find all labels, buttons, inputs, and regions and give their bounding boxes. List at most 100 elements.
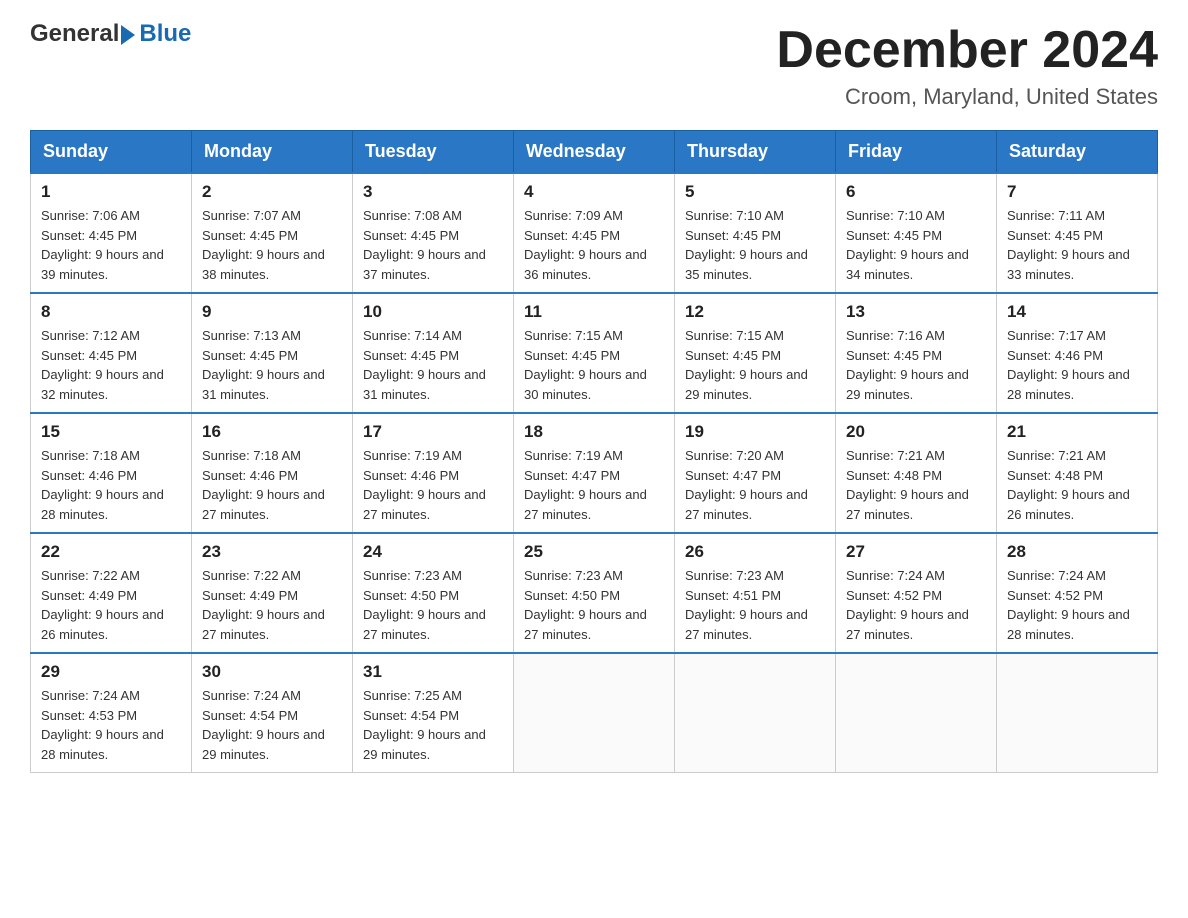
calendar-day-cell: 15 Sunrise: 7:18 AMSunset: 4:46 PMDayligh… (31, 413, 192, 533)
calendar-day-header-friday: Friday (836, 131, 997, 174)
day-number: 28 (1007, 542, 1147, 562)
day-info: Sunrise: 7:17 AMSunset: 4:46 PMDaylight:… (1007, 326, 1147, 404)
day-number: 1 (41, 182, 181, 202)
calendar-day-cell: 5Sunrise: 7:10 AMSunset: 4:45 PMDaylight… (675, 173, 836, 293)
day-number: 26 (685, 542, 825, 562)
logo-blue-text: Blue (139, 20, 191, 48)
day-number: 9 (202, 302, 342, 322)
calendar-header-row: SundayMondayTuesdayWednesdayThursdayFrid… (31, 131, 1158, 174)
calendar-day-cell: 9 Sunrise: 7:13 AMSunset: 4:45 PMDaylight… (192, 293, 353, 413)
day-number: 20 (846, 422, 986, 442)
day-number: 24 (363, 542, 503, 562)
calendar-day-header-thursday: Thursday (675, 131, 836, 174)
calendar-table: SundayMondayTuesdayWednesdayThursdayFrid… (30, 130, 1158, 773)
calendar-day-cell: 28 Sunrise: 7:24 AMSunset: 4:52 PMDayligh… (997, 533, 1158, 653)
day-info: Sunrise: 7:25 AMSunset: 4:54 PMDaylight:… (363, 686, 503, 764)
calendar-day-cell: 17Sunrise: 7:19 AMSunset: 4:46 PMDayligh… (353, 413, 514, 533)
day-info: Sunrise: 7:18 AMSunset: 4:46 PMDaylight:… (41, 446, 181, 524)
calendar-day-cell: 25Sunrise: 7:23 AMSunset: 4:50 PMDayligh… (514, 533, 675, 653)
day-info: Sunrise: 7:15 AMSunset: 4:45 PMDaylight:… (524, 326, 664, 404)
calendar-day-cell: 18Sunrise: 7:19 AMSunset: 4:47 PMDayligh… (514, 413, 675, 533)
day-info: Sunrise: 7:24 AMSunset: 4:52 PMDaylight:… (846, 566, 986, 644)
calendar-day-header-sunday: Sunday (31, 131, 192, 174)
calendar-day-cell: 3Sunrise: 7:08 AMSunset: 4:45 PMDaylight… (353, 173, 514, 293)
calendar-week-row: 8 Sunrise: 7:12 AMSunset: 4:45 PMDaylight… (31, 293, 1158, 413)
calendar-day-cell: 11 Sunrise: 7:15 AMSunset: 4:45 PMDayligh… (514, 293, 675, 413)
day-number: 11 (524, 302, 664, 322)
day-info: Sunrise: 7:18 AMSunset: 4:46 PMDaylight:… (202, 446, 342, 524)
calendar-day-cell: 16 Sunrise: 7:18 AMSunset: 4:46 PMDayligh… (192, 413, 353, 533)
calendar-day-cell: 4 Sunrise: 7:09 AMSunset: 4:45 PMDaylight… (514, 173, 675, 293)
day-info: Sunrise: 7:22 AMSunset: 4:49 PMDaylight:… (41, 566, 181, 644)
day-number: 19 (685, 422, 825, 442)
day-number: 5 (685, 182, 825, 202)
day-info: Sunrise: 7:07 AMSunset: 4:45 PMDaylight:… (202, 206, 342, 284)
calendar-week-row: 15 Sunrise: 7:18 AMSunset: 4:46 PMDayligh… (31, 413, 1158, 533)
day-number: 4 (524, 182, 664, 202)
day-info: Sunrise: 7:12 AMSunset: 4:45 PMDaylight:… (41, 326, 181, 404)
day-info: Sunrise: 7:23 AMSunset: 4:51 PMDaylight:… (685, 566, 825, 644)
calendar-day-header-wednesday: Wednesday (514, 131, 675, 174)
day-info: Sunrise: 7:10 AMSunset: 4:45 PMDaylight:… (846, 206, 986, 284)
calendar-day-cell: 13Sunrise: 7:16 AMSunset: 4:45 PMDayligh… (836, 293, 997, 413)
day-number: 7 (1007, 182, 1147, 202)
title-section: December 2024 Croom, Maryland, United St… (776, 20, 1158, 110)
calendar-day-cell (675, 653, 836, 773)
day-number: 12 (685, 302, 825, 322)
day-number: 8 (41, 302, 181, 322)
day-info: Sunrise: 7:24 AMSunset: 4:53 PMDaylight:… (41, 686, 181, 764)
day-info: Sunrise: 7:13 AMSunset: 4:45 PMDaylight:… (202, 326, 342, 404)
calendar-week-row: 1 Sunrise: 7:06 AMSunset: 4:45 PMDaylight… (31, 173, 1158, 293)
calendar-day-cell: 10Sunrise: 7:14 AMSunset: 4:45 PMDayligh… (353, 293, 514, 413)
day-number: 15 (41, 422, 181, 442)
calendar-day-cell: 22 Sunrise: 7:22 AMSunset: 4:49 PMDayligh… (31, 533, 192, 653)
calendar-day-cell: 29 Sunrise: 7:24 AMSunset: 4:53 PMDayligh… (31, 653, 192, 773)
day-number: 30 (202, 662, 342, 682)
day-info: Sunrise: 7:24 AMSunset: 4:52 PMDaylight:… (1007, 566, 1147, 644)
day-number: 6 (846, 182, 986, 202)
day-number: 23 (202, 542, 342, 562)
day-number: 16 (202, 422, 342, 442)
day-number: 2 (202, 182, 342, 202)
calendar-day-cell: 27 Sunrise: 7:24 AMSunset: 4:52 PMDayligh… (836, 533, 997, 653)
day-number: 21 (1007, 422, 1147, 442)
calendar-day-cell: 21 Sunrise: 7:21 AMSunset: 4:48 PMDayligh… (997, 413, 1158, 533)
day-info: Sunrise: 7:06 AMSunset: 4:45 PMDaylight:… (41, 206, 181, 284)
calendar-day-cell (997, 653, 1158, 773)
day-number: 22 (41, 542, 181, 562)
day-info: Sunrise: 7:24 AMSunset: 4:54 PMDaylight:… (202, 686, 342, 764)
page-header: General Blue December 2024 Croom, Maryla… (30, 20, 1158, 110)
calendar-day-cell: 1 Sunrise: 7:06 AMSunset: 4:45 PMDaylight… (31, 173, 192, 293)
calendar-day-cell: 12 Sunrise: 7:15 AMSunset: 4:45 PMDayligh… (675, 293, 836, 413)
month-title: December 2024 (776, 20, 1158, 80)
day-number: 27 (846, 542, 986, 562)
calendar-day-cell: 20Sunrise: 7:21 AMSunset: 4:48 PMDayligh… (836, 413, 997, 533)
calendar-day-cell: 6 Sunrise: 7:10 AMSunset: 4:45 PMDaylight… (836, 173, 997, 293)
day-info: Sunrise: 7:09 AMSunset: 4:45 PMDaylight:… (524, 206, 664, 284)
day-number: 25 (524, 542, 664, 562)
calendar-day-cell: 7 Sunrise: 7:11 AMSunset: 4:45 PMDaylight… (997, 173, 1158, 293)
day-info: Sunrise: 7:11 AMSunset: 4:45 PMDaylight:… (1007, 206, 1147, 284)
day-info: Sunrise: 7:16 AMSunset: 4:45 PMDaylight:… (846, 326, 986, 404)
logo-general-text: General (30, 20, 119, 48)
day-number: 29 (41, 662, 181, 682)
calendar-day-cell: 24Sunrise: 7:23 AMSunset: 4:50 PMDayligh… (353, 533, 514, 653)
logo: General Blue (30, 20, 191, 48)
calendar-day-header-monday: Monday (192, 131, 353, 174)
location-text: Croom, Maryland, United States (776, 84, 1158, 110)
calendar-day-cell: 2 Sunrise: 7:07 AMSunset: 4:45 PMDaylight… (192, 173, 353, 293)
day-number: 31 (363, 662, 503, 682)
calendar-week-row: 22 Sunrise: 7:22 AMSunset: 4:49 PMDayligh… (31, 533, 1158, 653)
day-number: 14 (1007, 302, 1147, 322)
day-info: Sunrise: 7:19 AMSunset: 4:46 PMDaylight:… (363, 446, 503, 524)
calendar-day-cell (514, 653, 675, 773)
day-info: Sunrise: 7:15 AMSunset: 4:45 PMDaylight:… (685, 326, 825, 404)
calendar-day-cell: 31 Sunrise: 7:25 AMSunset: 4:54 PMDayligh… (353, 653, 514, 773)
day-number: 10 (363, 302, 503, 322)
calendar-day-header-tuesday: Tuesday (353, 131, 514, 174)
day-info: Sunrise: 7:21 AMSunset: 4:48 PMDaylight:… (1007, 446, 1147, 524)
day-info: Sunrise: 7:20 AMSunset: 4:47 PMDaylight:… (685, 446, 825, 524)
calendar-day-cell: 8 Sunrise: 7:12 AMSunset: 4:45 PMDaylight… (31, 293, 192, 413)
calendar-day-cell: 19 Sunrise: 7:20 AMSunset: 4:47 PMDayligh… (675, 413, 836, 533)
calendar-day-cell: 14 Sunrise: 7:17 AMSunset: 4:46 PMDayligh… (997, 293, 1158, 413)
